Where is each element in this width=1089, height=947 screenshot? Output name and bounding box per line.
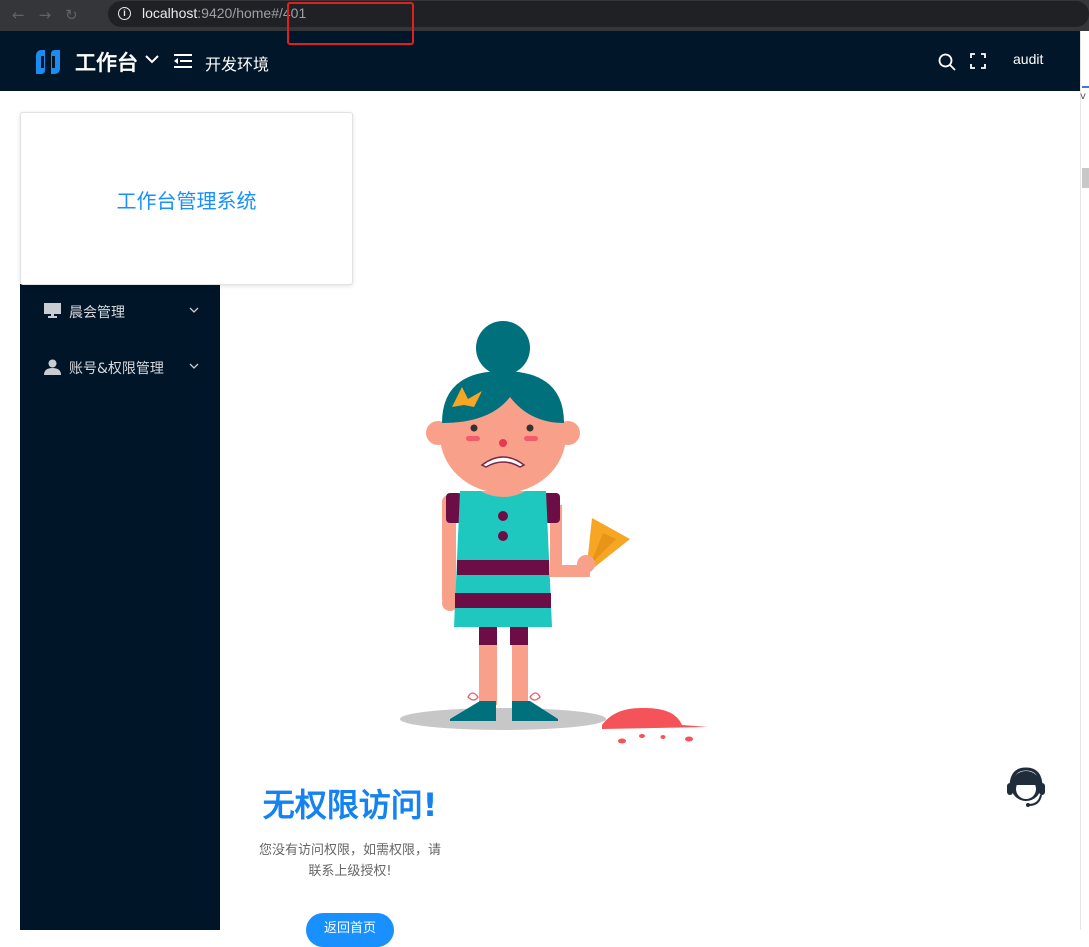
url-text[interactable]: localhost:9420/home#/401 bbox=[142, 5, 306, 21]
customer-service-icon[interactable] bbox=[1003, 765, 1049, 811]
environment-label: 开发环境 bbox=[205, 55, 270, 74]
error-description-line: 联系上级授权! bbox=[308, 864, 392, 879]
error-title: 无权限访问! bbox=[262, 786, 438, 824]
scrollbar[interactable]: v bbox=[1080, 31, 1089, 930]
sidebar-item-label: 晨会管理 bbox=[69, 305, 125, 321]
app-logo-icon bbox=[36, 50, 60, 74]
chevron-down-icon bbox=[189, 307, 199, 313]
app-header: 工作台 开发环境 audit bbox=[0, 31, 1080, 91]
browser-toolbar: ← → ↻ i localhost:9420/home#/401 bbox=[0, 0, 1089, 31]
address-bar[interactable]: i localhost:9420/home#/401 bbox=[108, 1, 1089, 27]
fullscreen-icon[interactable] bbox=[970, 53, 986, 69]
brand-card: 工作台管理系统 bbox=[20, 112, 353, 285]
reload-icon[interactable]: ↻ bbox=[65, 6, 78, 24]
url-host: localhost bbox=[142, 5, 198, 21]
menu-fold-icon[interactable] bbox=[174, 53, 192, 69]
site-info-icon[interactable]: i bbox=[118, 7, 131, 20]
sidebar-item-morning-meeting[interactable]: 晨会管理 bbox=[20, 291, 220, 331]
error-description: 您没有访问权限，如需权限，请 联系上级授权! bbox=[250, 840, 450, 882]
scroll-indicator bbox=[1082, 86, 1089, 88]
sidebar: 晨会管理 账号&权限管理 bbox=[20, 284, 220, 930]
search-icon[interactable] bbox=[938, 53, 956, 71]
sidebar-item-label: 账号&权限管理 bbox=[69, 361, 164, 377]
chevron-down-icon bbox=[189, 363, 199, 369]
chevron-down-icon[interactable] bbox=[145, 54, 159, 64]
no-permission-illustration bbox=[400, 321, 708, 744]
scrollbar-thumb[interactable] bbox=[1082, 168, 1089, 188]
user-menu[interactable]: audit bbox=[1013, 51, 1043, 67]
back-icon[interactable]: ← bbox=[12, 6, 25, 24]
monitor-icon bbox=[44, 303, 61, 318]
system-title: 工作台管理系统 bbox=[116, 189, 257, 213]
forward-icon[interactable]: → bbox=[39, 6, 52, 24]
scroll-arrow-icon[interactable]: v bbox=[1080, 91, 1086, 102]
user-icon bbox=[44, 359, 61, 375]
back-home-button[interactable]: 返回首页 bbox=[306, 913, 394, 947]
workspace-title[interactable]: 工作台 bbox=[75, 47, 138, 77]
browser-nav-buttons: ← → ↻ bbox=[12, 6, 78, 24]
sidebar-item-account-permission[interactable]: 账号&权限管理 bbox=[20, 347, 220, 387]
highlight-annotation-box bbox=[287, 2, 414, 45]
error-description-line: 您没有访问权限，如需权限，请 bbox=[258, 843, 441, 858]
